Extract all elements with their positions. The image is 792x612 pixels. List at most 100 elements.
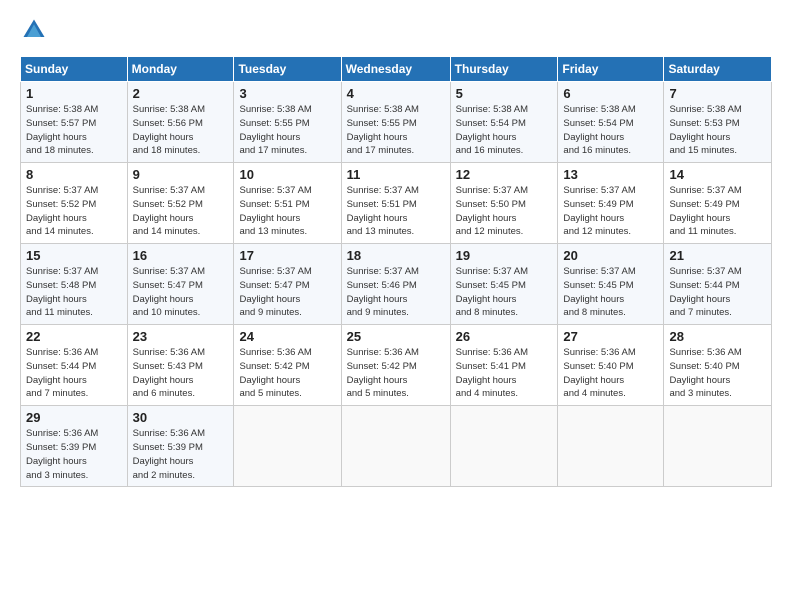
day-info: Sunrise: 5:37 AMSunset: 5:47 PMDaylight … bbox=[133, 265, 229, 320]
day-cell: 18 Sunrise: 5:37 AMSunset: 5:46 PMDayligh… bbox=[341, 244, 450, 325]
day-info: Sunrise: 5:37 AMSunset: 5:52 PMDaylight … bbox=[133, 184, 229, 239]
week-row-1: 1 Sunrise: 5:38 AMSunset: 5:57 PMDaylight… bbox=[21, 82, 772, 163]
day-number: 2 bbox=[133, 86, 229, 101]
day-cell: 27 Sunrise: 5:36 AMSunset: 5:40 PMDayligh… bbox=[558, 325, 664, 406]
column-header-wednesday: Wednesday bbox=[341, 57, 450, 82]
day-number: 19 bbox=[456, 248, 553, 263]
day-info: Sunrise: 5:37 AMSunset: 5:50 PMDaylight … bbox=[456, 184, 553, 239]
day-cell bbox=[450, 406, 558, 487]
day-cell: 14 Sunrise: 5:37 AMSunset: 5:49 PMDayligh… bbox=[664, 163, 772, 244]
day-number: 10 bbox=[239, 167, 335, 182]
day-number: 9 bbox=[133, 167, 229, 182]
day-info: Sunrise: 5:38 AMSunset: 5:56 PMDaylight … bbox=[133, 103, 229, 158]
calendar-table: SundayMondayTuesdayWednesdayThursdayFrid… bbox=[20, 56, 772, 487]
day-info: Sunrise: 5:36 AMSunset: 5:40 PMDaylight … bbox=[669, 346, 766, 401]
day-number: 24 bbox=[239, 329, 335, 344]
day-info: Sunrise: 5:37 AMSunset: 5:49 PMDaylight … bbox=[669, 184, 766, 239]
week-row-5: 29Sunrise: 5:36 AMSunset: 5:39 PMDayligh… bbox=[21, 406, 772, 487]
week-row-4: 22 Sunrise: 5:36 AMSunset: 5:44 PMDayligh… bbox=[21, 325, 772, 406]
day-cell: 19 Sunrise: 5:37 AMSunset: 5:45 PMDayligh… bbox=[450, 244, 558, 325]
day-info: Sunrise: 5:36 AMSunset: 5:43 PMDaylight … bbox=[133, 346, 229, 401]
day-cell bbox=[558, 406, 664, 487]
day-number: 28 bbox=[669, 329, 766, 344]
day-cell: 13 Sunrise: 5:37 AMSunset: 5:49 PMDayligh… bbox=[558, 163, 664, 244]
day-number: 18 bbox=[347, 248, 445, 263]
day-info: Sunrise: 5:36 AMSunset: 5:42 PMDaylight … bbox=[347, 346, 445, 401]
header-row: SundayMondayTuesdayWednesdayThursdayFrid… bbox=[21, 57, 772, 82]
day-cell bbox=[664, 406, 772, 487]
day-cell: 11 Sunrise: 5:37 AMSunset: 5:51 PMDayligh… bbox=[341, 163, 450, 244]
day-number: 13 bbox=[563, 167, 658, 182]
day-number: 27 bbox=[563, 329, 658, 344]
day-cell: 16 Sunrise: 5:37 AMSunset: 5:47 PMDayligh… bbox=[127, 244, 234, 325]
day-cell: 2 Sunrise: 5:38 AMSunset: 5:56 PMDaylight… bbox=[127, 82, 234, 163]
day-info: Sunrise: 5:36 AMSunset: 5:39 PMDaylight … bbox=[133, 427, 229, 482]
day-number: 22 bbox=[26, 329, 122, 344]
logo bbox=[20, 16, 54, 44]
day-cell: 17Sunrise: 5:37 AMSunset: 5:47 PMDayligh… bbox=[234, 244, 341, 325]
day-info: Sunrise: 5:37 AMSunset: 5:49 PMDaylight … bbox=[563, 184, 658, 239]
day-info: Sunrise: 5:38 AMSunset: 5:57 PMDaylight … bbox=[26, 103, 122, 158]
day-number: 6 bbox=[563, 86, 658, 101]
day-number: 23 bbox=[133, 329, 229, 344]
page: SundayMondayTuesdayWednesdayThursdayFrid… bbox=[0, 0, 792, 612]
column-header-tuesday: Tuesday bbox=[234, 57, 341, 82]
day-cell: 20 Sunrise: 5:37 AMSunset: 5:45 PMDayligh… bbox=[558, 244, 664, 325]
day-info: Sunrise: 5:37 AMSunset: 5:48 PMDaylight … bbox=[26, 265, 122, 320]
day-number: 20 bbox=[563, 248, 658, 263]
day-cell: 26 Sunrise: 5:36 AMSunset: 5:41 PMDayligh… bbox=[450, 325, 558, 406]
day-number: 5 bbox=[456, 86, 553, 101]
column-header-thursday: Thursday bbox=[450, 57, 558, 82]
day-info: Sunrise: 5:36 AMSunset: 5:41 PMDaylight … bbox=[456, 346, 553, 401]
day-info: Sunrise: 5:37 AMSunset: 5:45 PMDaylight … bbox=[563, 265, 658, 320]
day-cell: 25 Sunrise: 5:36 AMSunset: 5:42 PMDayligh… bbox=[341, 325, 450, 406]
day-info: Sunrise: 5:37 AMSunset: 5:45 PMDaylight … bbox=[456, 265, 553, 320]
day-cell: 22 Sunrise: 5:36 AMSunset: 5:44 PMDayligh… bbox=[21, 325, 128, 406]
day-info: Sunrise: 5:38 AMSunset: 5:55 PMDaylight … bbox=[239, 103, 335, 158]
day-number: 7 bbox=[669, 86, 766, 101]
day-number: 25 bbox=[347, 329, 445, 344]
column-header-saturday: Saturday bbox=[664, 57, 772, 82]
day-cell: 28 Sunrise: 5:36 AMSunset: 5:40 PMDayligh… bbox=[664, 325, 772, 406]
day-cell: 15Sunrise: 5:37 AMSunset: 5:48 PMDayligh… bbox=[21, 244, 128, 325]
day-info: Sunrise: 5:37 AMSunset: 5:46 PMDaylight … bbox=[347, 265, 445, 320]
day-number: 11 bbox=[347, 167, 445, 182]
day-cell bbox=[234, 406, 341, 487]
day-number: 21 bbox=[669, 248, 766, 263]
day-cell: 12 Sunrise: 5:37 AMSunset: 5:50 PMDayligh… bbox=[450, 163, 558, 244]
day-cell: 7 Sunrise: 5:38 AMSunset: 5:53 PMDaylight… bbox=[664, 82, 772, 163]
day-number: 30 bbox=[133, 410, 229, 425]
day-cell: 21 Sunrise: 5:37 AMSunset: 5:44 PMDayligh… bbox=[664, 244, 772, 325]
week-row-2: 8 Sunrise: 5:37 AMSunset: 5:52 PMDaylight… bbox=[21, 163, 772, 244]
day-number: 26 bbox=[456, 329, 553, 344]
day-cell: 6Sunrise: 5:38 AMSunset: 5:54 PMDaylight… bbox=[558, 82, 664, 163]
header bbox=[20, 16, 772, 44]
day-info: Sunrise: 5:36 AMSunset: 5:40 PMDaylight … bbox=[563, 346, 658, 401]
day-cell: 4 Sunrise: 5:38 AMSunset: 5:55 PMDaylight… bbox=[341, 82, 450, 163]
day-cell: 23 Sunrise: 5:36 AMSunset: 5:43 PMDayligh… bbox=[127, 325, 234, 406]
day-info: Sunrise: 5:38 AMSunset: 5:54 PMDaylight … bbox=[456, 103, 553, 158]
day-number: 12 bbox=[456, 167, 553, 182]
column-header-friday: Friday bbox=[558, 57, 664, 82]
day-number: 14 bbox=[669, 167, 766, 182]
column-header-monday: Monday bbox=[127, 57, 234, 82]
day-number: 8 bbox=[26, 167, 122, 182]
day-number: 16 bbox=[133, 248, 229, 263]
day-info: Sunrise: 5:36 AMSunset: 5:42 PMDaylight … bbox=[239, 346, 335, 401]
day-info: Sunrise: 5:36 AMSunset: 5:44 PMDaylight … bbox=[26, 346, 122, 401]
day-info: Sunrise: 5:38 AMSunset: 5:53 PMDaylight … bbox=[669, 103, 766, 158]
day-number: 4 bbox=[347, 86, 445, 101]
week-row-3: 15Sunrise: 5:37 AMSunset: 5:48 PMDayligh… bbox=[21, 244, 772, 325]
day-cell: 10Sunrise: 5:37 AMSunset: 5:51 PMDayligh… bbox=[234, 163, 341, 244]
day-cell: 9 Sunrise: 5:37 AMSunset: 5:52 PMDaylight… bbox=[127, 163, 234, 244]
column-header-sunday: Sunday bbox=[21, 57, 128, 82]
day-number: 1 bbox=[26, 86, 122, 101]
day-info: Sunrise: 5:37 AMSunset: 5:44 PMDaylight … bbox=[669, 265, 766, 320]
day-cell: 5 Sunrise: 5:38 AMSunset: 5:54 PMDaylight… bbox=[450, 82, 558, 163]
day-cell: 29Sunrise: 5:36 AMSunset: 5:39 PMDayligh… bbox=[21, 406, 128, 487]
day-cell bbox=[341, 406, 450, 487]
day-info: Sunrise: 5:37 AMSunset: 5:51 PMDaylight … bbox=[347, 184, 445, 239]
day-info: Sunrise: 5:38 AMSunset: 5:55 PMDaylight … bbox=[347, 103, 445, 158]
logo-icon bbox=[20, 16, 48, 44]
day-cell: 1 Sunrise: 5:38 AMSunset: 5:57 PMDaylight… bbox=[21, 82, 128, 163]
